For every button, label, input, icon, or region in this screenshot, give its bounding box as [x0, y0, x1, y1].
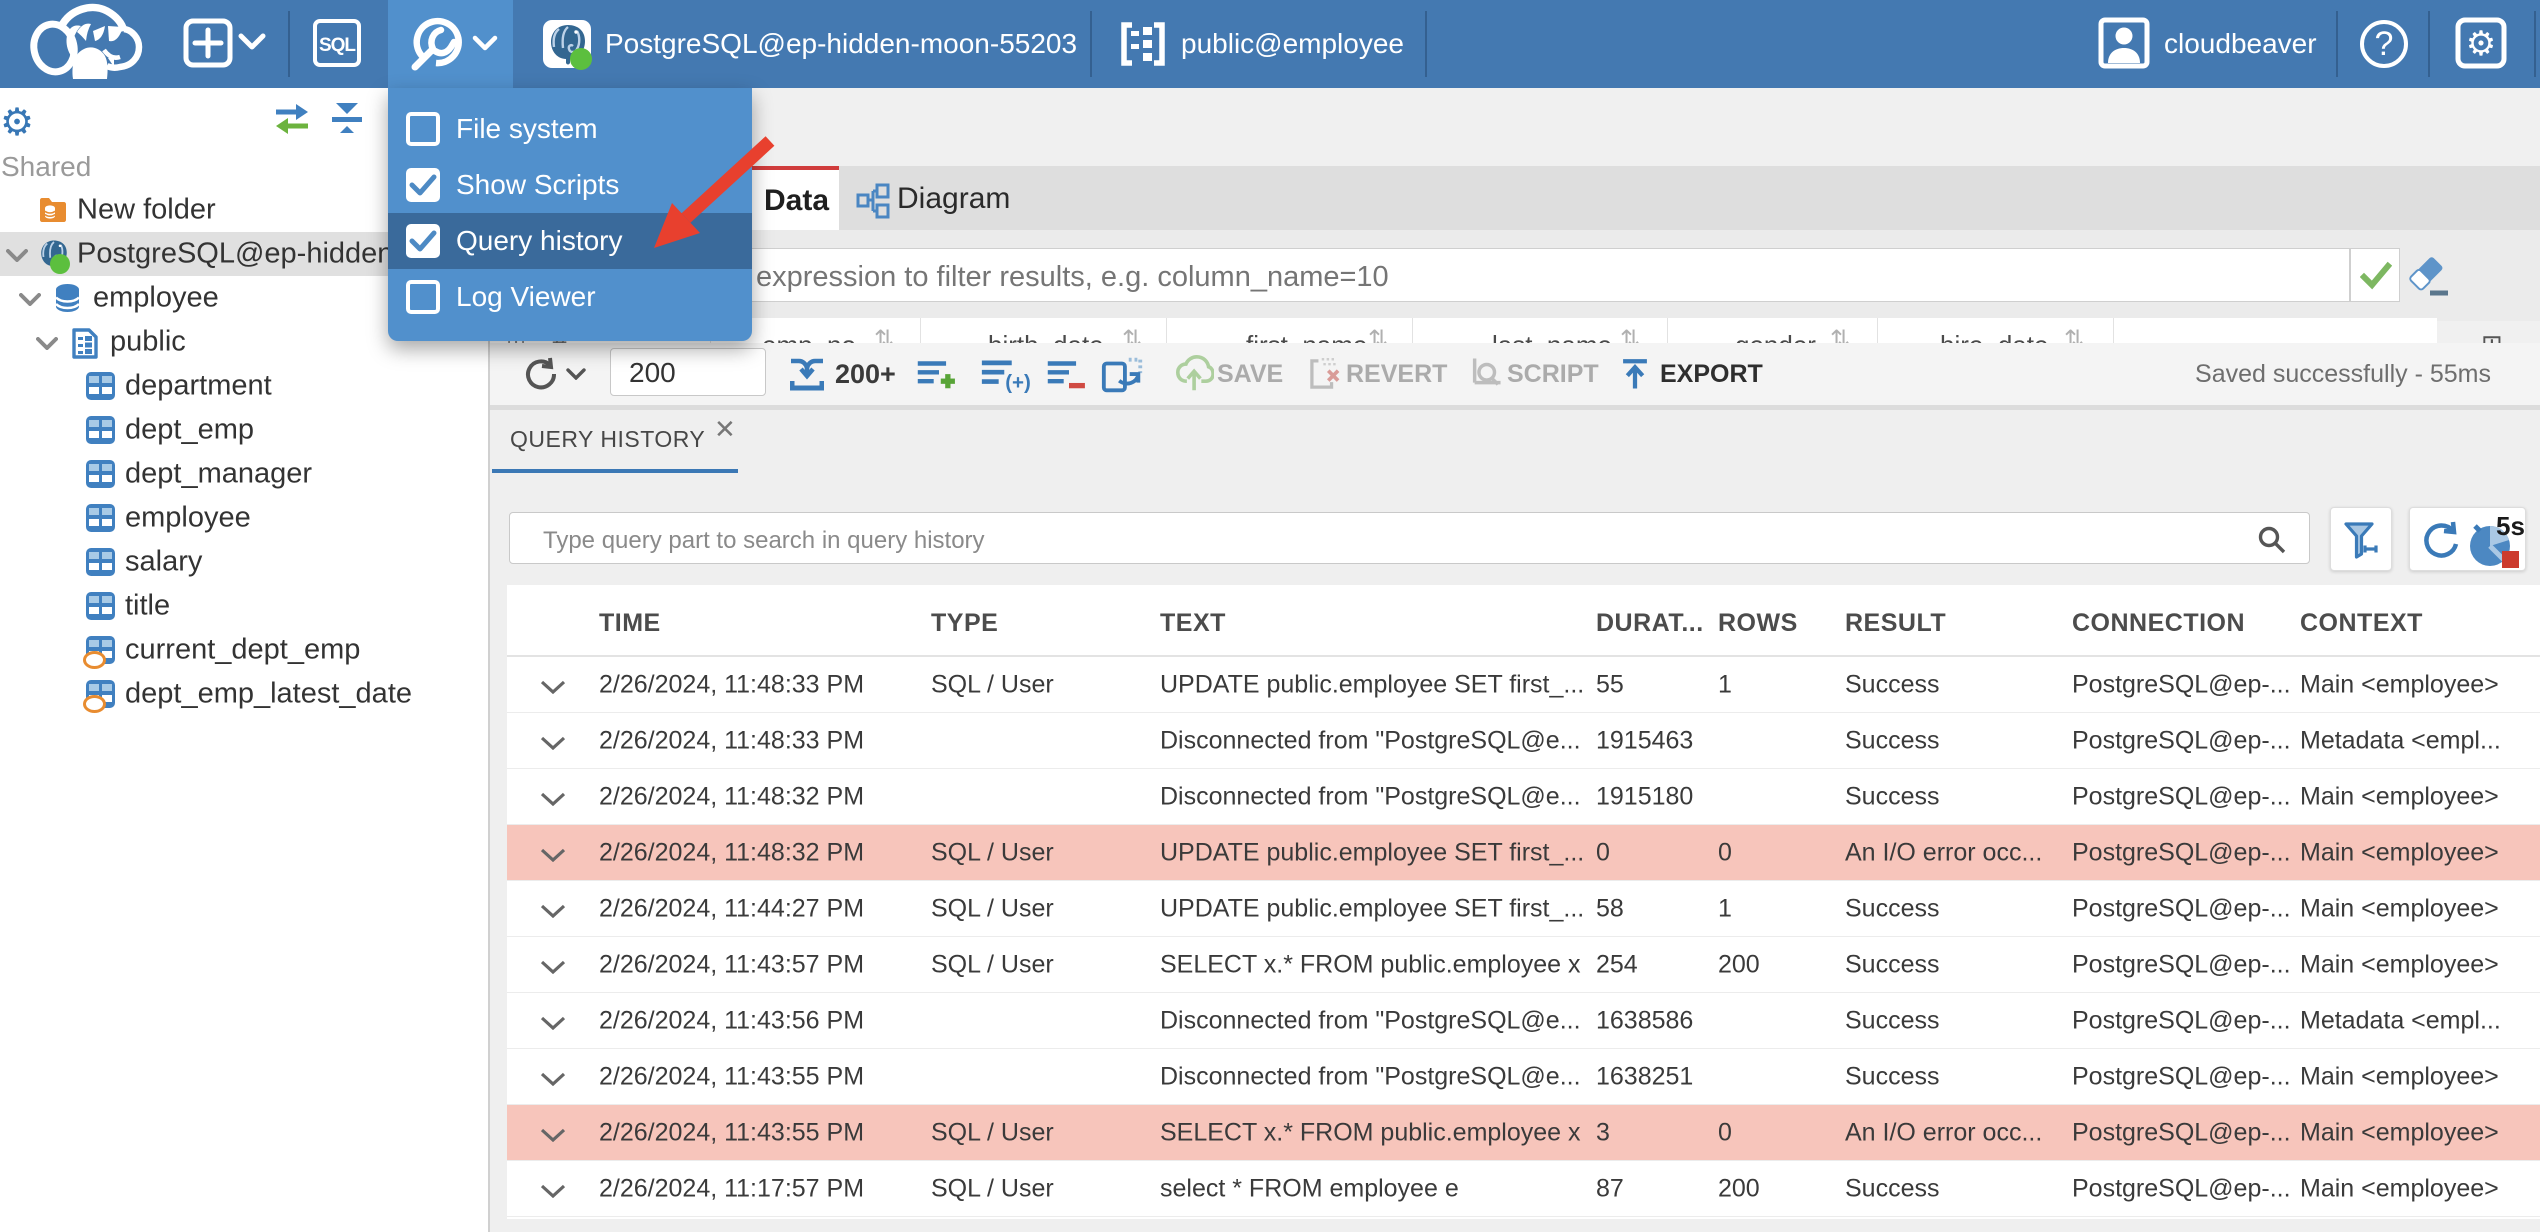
- svg-text:(+): (+): [1005, 371, 1031, 393]
- svg-text:SQL: SQL: [319, 35, 356, 56]
- svg-text:⚙: ⚙: [2466, 25, 2496, 63]
- svg-text:?: ?: [2375, 25, 2394, 63]
